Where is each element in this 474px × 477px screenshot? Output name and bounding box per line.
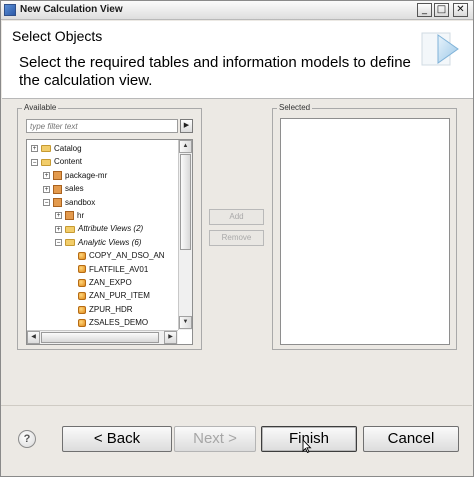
package-icon <box>53 197 62 207</box>
filter-input[interactable] <box>26 119 178 133</box>
minimize-button[interactable]: _ <box>417 3 432 17</box>
selected-label: Selected <box>277 103 313 112</box>
tree-item[interactable]: ZAN_EXPO <box>78 276 132 289</box>
horizontal-scroll-thumb[interactable] <box>41 332 159 343</box>
folder-icon <box>41 145 51 153</box>
wizard-arrow-icon <box>421 32 459 66</box>
available-label: Available <box>22 103 59 112</box>
tree-item-label: COPY_AN_DSO_AN <box>89 251 165 261</box>
analytic-view-icon <box>78 252 86 261</box>
tree-item-label: ZPUR_HDR <box>89 304 133 314</box>
tree-item-label: Analytic Views (6) <box>78 237 142 247</box>
tree-item[interactable]: + Catalog <box>31 142 82 155</box>
analytic-view-icon <box>78 319 86 328</box>
selected-list[interactable] <box>280 118 450 345</box>
scroll-right-arrow[interactable]: ▶ <box>164 331 177 344</box>
filter-button[interactable]: ▶ <box>180 119 193 133</box>
tree-item[interactable]: − Content <box>31 155 82 168</box>
tree-item-label: sales <box>65 184 84 194</box>
analytic-view-icon <box>78 278 86 287</box>
package-icon <box>53 184 62 194</box>
tree-item-label: Content <box>54 157 83 167</box>
tree-item-label: hr <box>77 211 85 220</box>
page-description: Select the required tables and informati… <box>19 54 411 89</box>
tree-item[interactable]: + sales <box>43 182 84 195</box>
tree-item[interactable]: + package-mr <box>43 169 107 182</box>
folder-icon <box>65 225 75 233</box>
collapse-icon[interactable]: − <box>43 198 50 206</box>
tree-item-label: Catalog <box>54 144 82 153</box>
maximize-button[interactable]: □ <box>434 3 449 17</box>
tree-item-label: FLATFILE_AV01 <box>89 264 149 274</box>
tree-item[interactable]: − sandbox <box>43 196 95 209</box>
mouse-cursor-icon <box>302 439 312 453</box>
title-bar[interactable]: New Calculation View _ □ ✕ <box>1 1 473 20</box>
available-tree[interactable]: + Catalog − Content + package-mr + sales − sandbo… <box>26 139 193 345</box>
scroll-up-arrow[interactable]: ▲ <box>179 140 192 153</box>
expand-icon[interactable]: + <box>43 172 50 180</box>
tree-horizontal-scrollbar[interactable]: ◀ ▶ <box>27 330 178 344</box>
add-button[interactable]: Add <box>209 209 264 225</box>
tree-item[interactable]: + Attribute Views (2) <box>55 222 143 235</box>
scroll-down-arrow[interactable]: ▼ <box>179 316 192 329</box>
analytic-view-icon <box>78 292 86 301</box>
close-button[interactable]: ✕ <box>453 3 468 17</box>
tree-vertical-scrollbar[interactable]: ▲ ▼ <box>178 140 192 330</box>
scroll-thumb[interactable] <box>180 154 191 250</box>
collapse-icon[interactable]: − <box>55 239 62 247</box>
tree-item[interactable]: ZPUR_HDR <box>78 303 133 316</box>
analytic-view-icon <box>78 265 86 274</box>
footer-divider <box>1 405 472 406</box>
wizard-header: Select Objects Select the required table… <box>2 21 473 99</box>
folder-icon <box>41 158 51 166</box>
help-button[interactable]: ? <box>18 430 36 448</box>
tree-item-label: ZSALES_DEMO <box>89 318 149 328</box>
package-icon <box>53 171 62 181</box>
expand-icon[interactable]: + <box>43 185 50 193</box>
tree-item-label: ZAN_PUR_ITEM <box>89 291 150 301</box>
tree-item[interactable]: − Analytic Views (6) <box>55 236 141 249</box>
page-title: Select Objects <box>12 28 103 44</box>
collapse-icon[interactable]: − <box>31 158 38 166</box>
package-icon <box>65 211 74 221</box>
window-title: New Calculation View <box>20 4 123 15</box>
tree-item[interactable]: COPY_AN_DSO_AN <box>78 249 165 262</box>
tree-item[interactable]: ZSALES_DEMO <box>78 316 148 329</box>
expand-icon[interactable]: + <box>55 225 62 233</box>
app-icon <box>4 4 16 16</box>
tree-item-label: package-mr <box>65 170 108 180</box>
analytic-view-icon <box>78 305 86 314</box>
tree-item-label: Attribute Views (2) <box>78 224 144 234</box>
tree-item[interactable]: + hr <box>55 209 84 222</box>
tree-item[interactable]: FLATFILE_AV01 <box>78 263 148 276</box>
expand-icon[interactable]: + <box>55 212 62 220</box>
remove-button[interactable]: Remove <box>209 230 264 246</box>
back-button[interactable]: < Back <box>62 426 172 452</box>
expand-icon[interactable]: + <box>31 145 38 153</box>
scroll-left-arrow[interactable]: ◀ <box>27 331 40 344</box>
next-button[interactable]: Next > <box>174 426 256 452</box>
tree-item-label: ZAN_EXPO <box>89 278 132 287</box>
folder-icon <box>65 239 75 247</box>
tree-item-label: sandbox <box>65 197 96 207</box>
tree-item[interactable]: ZAN_PUR_ITEM <box>78 289 150 302</box>
cancel-button[interactable]: Cancel <box>363 426 459 452</box>
